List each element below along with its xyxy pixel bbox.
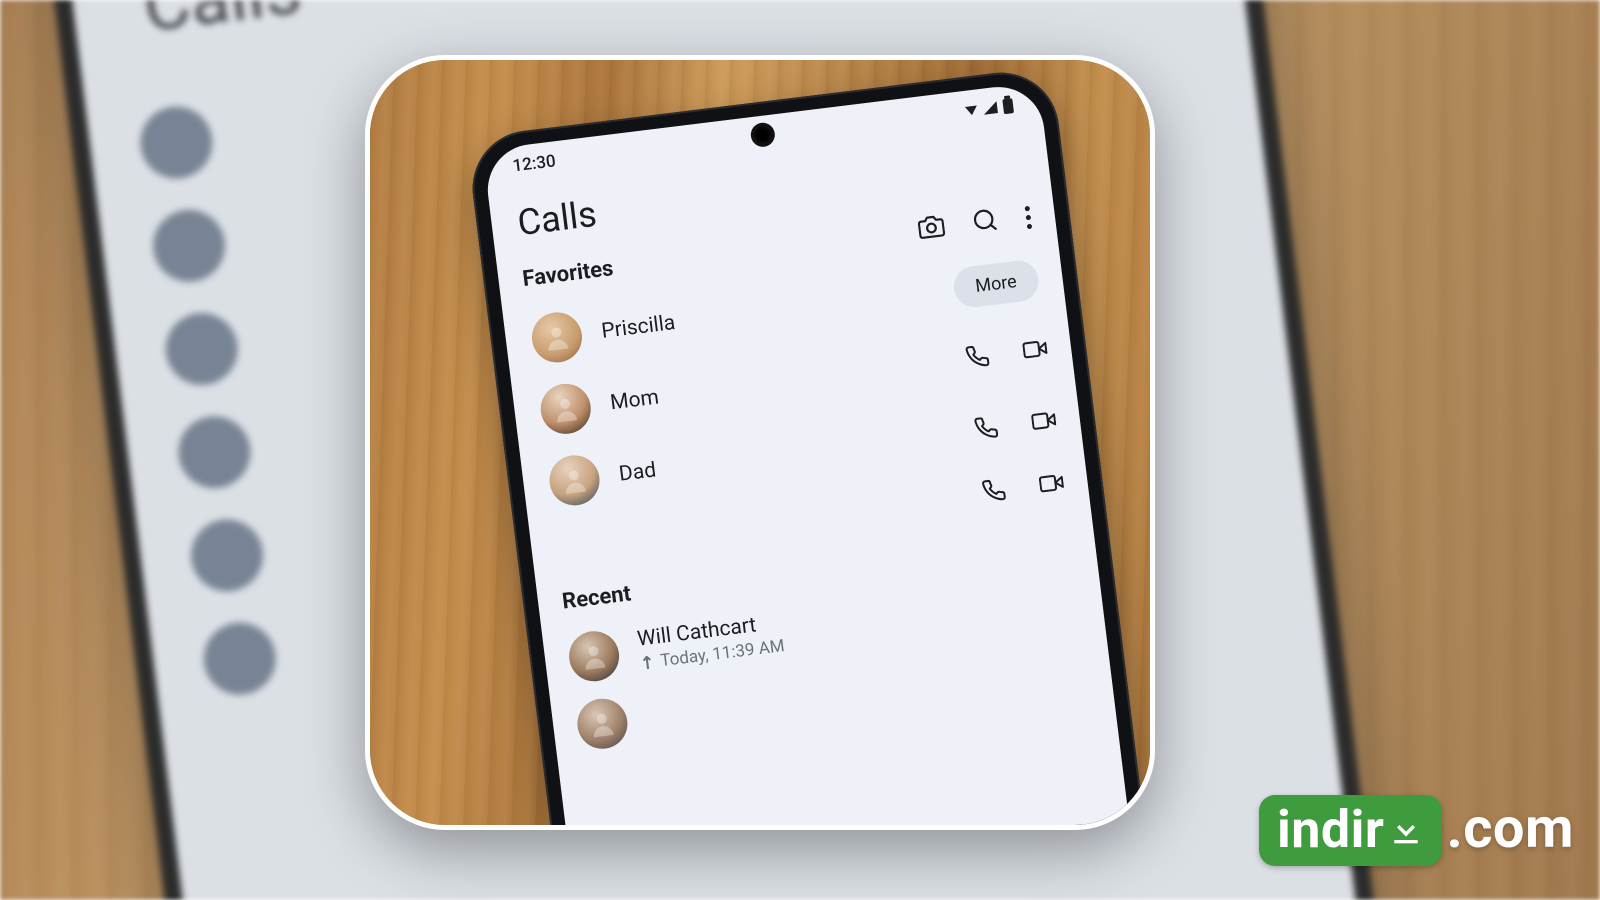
voice-call-icon[interactable] [980,477,1007,508]
outgoing-arrow-icon: ↗ [635,651,660,675]
avatar [538,381,594,437]
favorites-more-button[interactable]: More [951,258,1041,309]
avatar [566,628,622,684]
avatar [529,310,585,366]
video-call-icon[interactable] [1038,470,1065,501]
foreground-phone: 12:30 Calls Favorites [466,66,1155,830]
watermark-brand-left: indir [1277,799,1385,860]
watermark-logo: indir .com [1259,795,1574,866]
search-icon[interactable] [970,206,999,239]
contact-name: Priscilla [600,279,935,344]
voice-call-icon[interactable] [973,414,1000,445]
avatar [575,696,631,752]
contact-name: Dad [618,422,956,487]
avatar [547,452,603,508]
camera-icon[interactable] [917,212,946,245]
favorites-label: Favorites [521,256,615,292]
overflow-menu-icon[interactable] [1024,205,1032,228]
download-arrow-icon [1386,810,1426,850]
video-call-icon[interactable] [1022,336,1049,367]
foreground-crop: 12:30 Calls Favorites [365,55,1155,830]
voice-call-icon[interactable] [964,343,991,374]
contact-name: Mom [609,350,947,415]
watermark-brand-right: .com [1446,795,1574,861]
video-call-icon[interactable] [1030,407,1057,438]
